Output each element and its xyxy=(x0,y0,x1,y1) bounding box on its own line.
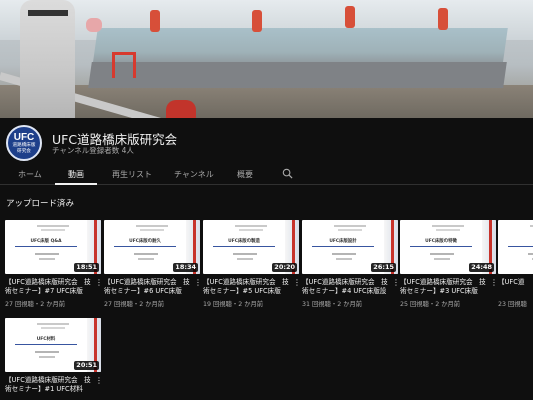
more-options-icon[interactable]: ⋮ xyxy=(95,278,103,288)
video-card[interactable]: UFC床版設計 26:15 【UFC道路橋床版研究会 技術セミナー】#4 UFC… xyxy=(302,220,400,308)
video-card[interactable]: 【UFC道 23 回視聴 xyxy=(498,220,533,308)
tab-playlists[interactable]: 再生リスト xyxy=(112,169,152,180)
video-card[interactable]: UFC床版の製造 20:20 【UFC道路橋床版研究会 技術セミナー】#5 UF… xyxy=(203,220,301,308)
thumbnail-title: UFC床版設計 xyxy=(329,239,357,244)
video-title[interactable]: 【UFC道路橋床版研究会 技術セミナー】#4 UFC床版設計 xyxy=(302,278,390,296)
video-meta: 23 回視聴 xyxy=(498,301,527,308)
tab-home[interactable]: ホーム xyxy=(18,169,42,180)
more-options-icon[interactable]: ⋮ xyxy=(490,278,498,288)
thumbnail-title: UFC床版の製造 xyxy=(228,239,260,244)
video-thumbnail[interactable] xyxy=(498,220,533,274)
tab-about[interactable]: 概要 xyxy=(237,169,253,180)
video-title[interactable]: 【UFC道路橋床版研究会 技術セミナー】#5 UFC床版の… xyxy=(203,278,291,296)
tab-channels[interactable]: チャンネル xyxy=(174,169,214,180)
video-card[interactable]: UFC床版 Q&A 18:51 【UFC道路橋床版研究会 技術セミナー】#7 U… xyxy=(5,220,103,308)
banner-glove xyxy=(86,18,102,32)
banner-worker xyxy=(20,0,75,118)
video-meta: 31 回視聴・2 か月前 xyxy=(302,301,363,308)
thumbnail-title: UFC床版の耐久 xyxy=(129,239,161,244)
video-meta: 27 回視聴・2 か月前 xyxy=(104,301,165,308)
video-card[interactable]: UFC床版の特徴 24:48 【UFC道路橋床版研究会 技術セミナー】#3 UF… xyxy=(400,220,498,308)
thumbnail-title: UFC床版の特徴 xyxy=(425,239,457,244)
banner-stand xyxy=(112,52,136,78)
video-duration: 20:51 xyxy=(74,361,99,370)
video-thumbnail[interactable]: UFC床版の製造 20:20 xyxy=(203,220,299,274)
video-card[interactable]: UFC材料 20:51 【UFC道路橋床版研究会 技術セミナー】#1 UFC材料… xyxy=(5,318,103,394)
tab-videos[interactable]: 動画 xyxy=(68,169,84,180)
video-thumbnail[interactable]: UFC床版 Q&A 18:51 xyxy=(5,220,101,274)
more-options-icon[interactable]: ⋮ xyxy=(392,278,400,288)
banner-hook xyxy=(438,8,448,30)
banner-hook xyxy=(150,10,160,32)
video-duration: 26:15 xyxy=(371,263,396,272)
video-duration: 18:34 xyxy=(173,263,198,272)
avatar-text-3: 研究会 xyxy=(17,148,31,154)
video-title[interactable]: 【UFC道路橋床版研究会 技術セミナー】#7 UFC床版の… xyxy=(5,278,93,296)
more-options-icon[interactable]: ⋮ xyxy=(95,376,103,386)
section-title: アップロード済み xyxy=(6,199,75,209)
video-title[interactable]: 【UFC道路橋床版研究会 技術セミナー】#6 UFC床版の… xyxy=(104,278,192,296)
more-options-icon[interactable]: ⋮ xyxy=(293,278,301,288)
subscriber-count: チャンネル登録者数 4人 xyxy=(52,146,134,155)
banner-wheel xyxy=(166,100,196,118)
video-duration: 18:51 xyxy=(74,263,99,272)
video-title[interactable]: 【UFC道路橋床版研究会 技術セミナー】#1 UFC材料 xyxy=(5,376,93,394)
more-options-icon[interactable]: ⋮ xyxy=(194,278,202,288)
channel-banner xyxy=(0,0,533,118)
video-thumbnail[interactable]: UFC床版の特徴 24:48 xyxy=(400,220,496,274)
active-tab-indicator xyxy=(55,183,97,185)
channel-tabs: ホーム 動画 再生リスト チャンネル 概要 xyxy=(0,163,533,185)
thumbnail-title: UFC材料 xyxy=(36,337,56,342)
video-title[interactable]: 【UFC道路橋床版研究会 技術セミナー】#3 UFC床版の… xyxy=(400,278,488,296)
thumbnail-title: UFC床版 Q&A xyxy=(30,239,62,244)
video-title[interactable]: 【UFC道 xyxy=(498,278,533,296)
video-duration: 20:20 xyxy=(272,263,297,272)
banner-hook xyxy=(252,10,262,32)
video-thumbnail[interactable]: UFC材料 20:51 xyxy=(5,318,101,372)
avatar-text-1: UFC xyxy=(13,131,35,143)
video-meta: 19 回視聴・2 か月前 xyxy=(203,301,264,308)
video-card[interactable]: UFC床版の耐久 18:34 【UFC道路橋床版研究会 技術セミナー】#6 UF… xyxy=(104,220,202,308)
search-icon[interactable] xyxy=(282,168,293,179)
video-meta: 25 回視聴・2 か月前 xyxy=(400,301,461,308)
channel-avatar[interactable]: UFC 道路橋床版 研究会 xyxy=(6,125,42,161)
video-thumbnail[interactable]: UFC床版設計 26:15 xyxy=(302,220,398,274)
banner-slab-side xyxy=(88,62,507,88)
video-thumbnail[interactable]: UFC床版の耐久 18:34 xyxy=(104,220,200,274)
banner-hook xyxy=(345,6,355,28)
video-duration: 24:48 xyxy=(469,263,494,272)
video-meta: 27 回視聴・2 か月前 xyxy=(5,301,66,308)
